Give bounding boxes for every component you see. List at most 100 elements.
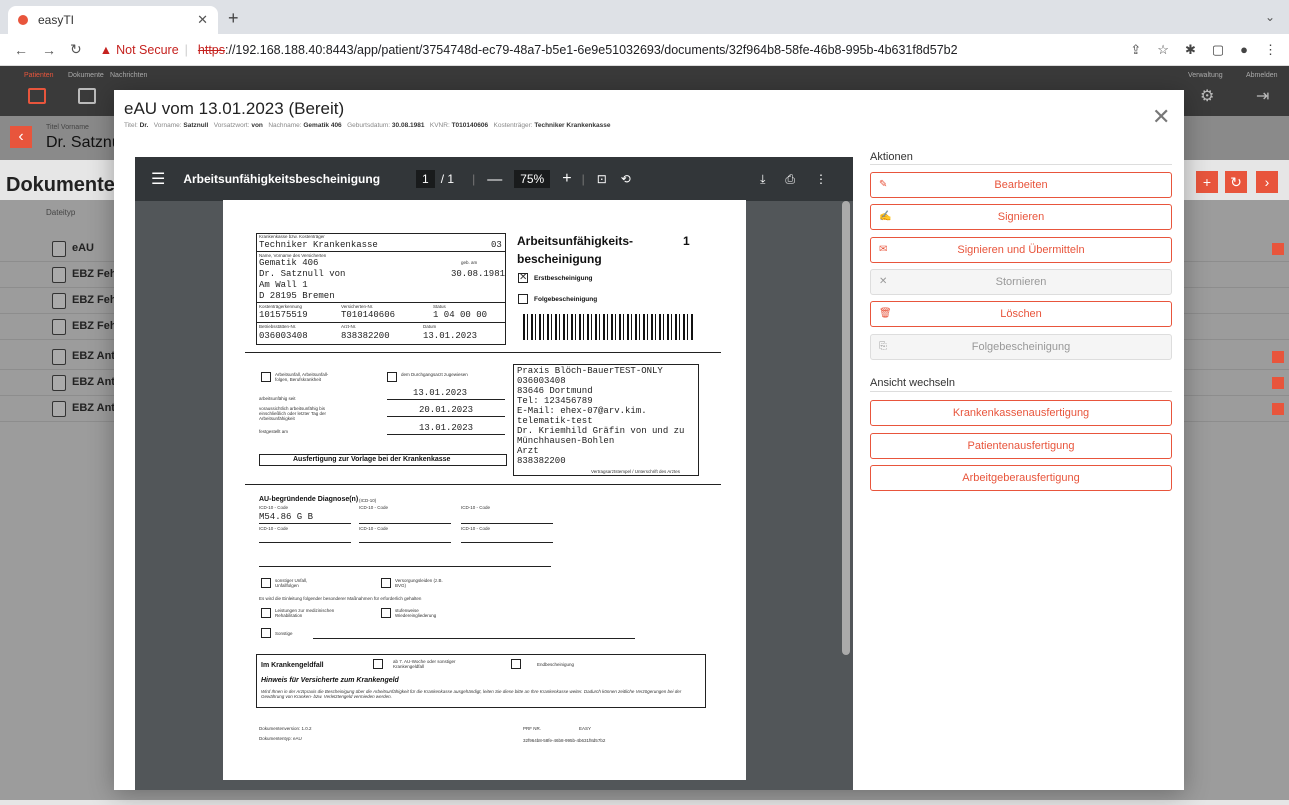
settings-gear-icon[interactable]: ⚙ [1200,86,1214,106]
profile-icon[interactable]: ● [1240,42,1248,58]
print-icon[interactable]: ⎙ [785,172,795,187]
modal-close-icon[interactable]: ✕ [1152,104,1170,130]
patient-view-button[interactable]: Patientenausfertigung [870,433,1172,459]
logout-icon[interactable]: ⇥ [1256,86,1269,106]
meta-value: Gematik 406 [303,122,342,129]
sonstige-checkbox [261,628,271,638]
praxis-line: Tel: 123456789 [517,396,593,406]
doc-title-2: bescheinigung [517,252,602,266]
document-icon [52,319,66,335]
bookmark-star-icon[interactable]: ☆ [1157,42,1169,58]
request-icon [52,349,66,365]
festgestellt-value: 13.01.2023 [419,423,474,433]
delete-button[interactable]: 🗑 Löschen [870,301,1172,327]
extensions-icon[interactable]: ✱ [1185,42,1196,58]
security-indicator[interactable]: ▲ Not Secure [100,43,179,57]
share-icon[interactable]: ⇪ [1130,42,1141,58]
sidebar-icon[interactable]: ▢ [1212,42,1224,58]
row-action-icon[interactable] [1272,403,1284,415]
patient-title: Dr. [46,134,67,151]
krankenkasse-view-button[interactable]: Krankenkassenausfertigung [870,400,1172,426]
column-header-type: Dateityp [46,208,76,217]
label-bsnr: Betriebsstätten-Nr. [259,324,297,329]
back-button[interactable]: ‹ [10,126,32,148]
line [461,542,553,543]
bis-value: 20.01.2023 [419,405,474,415]
arbeitsunfall-label: Arbeitsunfall, Arbeitsunfall-folgen, Ber… [275,372,329,382]
next-button[interactable]: › [1256,171,1278,193]
line [259,542,351,543]
forward-icon[interactable]: → [42,42,56,58]
back-icon[interactable]: ← [14,42,28,58]
meta-value: T010140606 [451,122,489,129]
sonstiger-unfall-checkbox [261,578,271,588]
geb-value: 30.08.1981 [451,269,506,279]
sonstige-label: Sonstige [275,631,293,636]
patients-icon[interactable] [28,88,46,104]
zoom-in-icon[interactable]: + [562,170,571,188]
festgestellt-label: festgestellt am [259,429,289,434]
row-type: EBZ Fehl [72,294,120,306]
pdf-filename: Arbeitsunfähigkeitsbescheinigung [183,172,381,186]
nav-abmelden[interactable]: Abmelden [1246,72,1278,79]
row-action-icon[interactable] [1272,377,1284,389]
label-kostentraeger: Kostenträgerkennung [259,304,303,309]
dokversion: Dokumentenversion: 1.0.2 [259,726,312,731]
patient-view-label: Patientenausfertigung [967,440,1075,452]
nav-dokumente[interactable]: Dokumente [68,72,104,79]
rotate-icon[interactable]: ⟲ [621,172,631,186]
meta-value: Satznull [183,122,209,129]
pdf-menu-icon[interactable]: ☰ [151,169,165,189]
browser-tab[interactable]: easyTI ✕ [8,6,218,34]
sonstiger-unfall-label: sonstiger Unfall, Unfallfolgen [275,578,308,588]
icd-label: ICD-10 - Code [359,526,389,531]
massnahmen-label: Es wird die Einleitung folgender besonde… [259,596,422,601]
refresh-button[interactable]: ↻ [1225,171,1247,193]
fit-page-icon[interactable]: ⊡ [597,172,607,186]
nav-verwaltung[interactable]: Verwaltung [1188,72,1223,79]
icd-label: ICD-10 - Code [461,526,491,531]
durchgang-label: dem Durchgangsarzt zugewiesen [401,372,468,377]
versicherten-value: T010140606 [341,310,396,320]
label-datum: Datum [423,324,437,329]
label-kasse: Krankenkasse bzw. Kostenträger [259,234,325,239]
label-status: Status [433,304,446,309]
praxis-line: Dr. Kriemhild Gräfin von und zu [517,426,685,436]
tab-search-icon[interactable]: ⌄ [1265,10,1275,24]
menu-dots-icon[interactable]: ⋮ [1264,42,1277,58]
add-document-button[interactable]: + [1196,171,1218,193]
nav-nachrichten[interactable]: Nachrichten [110,72,147,79]
nav-patienten[interactable]: Patienten [24,72,54,79]
zoom-out-icon[interactable]: — [487,171,502,188]
row-action-icon[interactable] [1272,243,1284,255]
pdf-scrollbar[interactable] [842,201,850,655]
download-icon[interactable]: ⤓ [760,172,765,187]
new-tab-icon[interactable]: + [228,8,239,29]
sign-button[interactable]: ✍ Signieren [870,204,1172,230]
pdf-zoom-input[interactable]: 75% [514,170,551,188]
pdf-page-input[interactable]: 1 [416,170,435,188]
doktyp: Dokumententyp: eAU [259,736,302,741]
delete-button-label: Löschen [1000,308,1042,320]
url-field[interactable]: https://192.168.188.40:8443/app/patient/… [198,43,958,57]
reload-icon[interactable]: ↻ [70,41,82,58]
follow-up-button[interactable]: ⎘ Folgebescheinigung [870,334,1172,360]
cancel-document-button[interactable]: ✕ Stornieren [870,269,1172,295]
divider [256,251,506,252]
close-tab-icon[interactable]: ✕ [197,12,208,28]
sign-and-send-button[interactable]: ✉ Signieren und Übermitteln [870,237,1172,263]
edit-button[interactable]: ✎ Bearbeiten [870,172,1172,198]
modal-patient-meta: Titel: Dr. Vorname: Satznull Vorsatzwort… [124,122,610,129]
documents-icon[interactable] [78,88,96,104]
kostentraeger-value: 101575519 [259,310,308,320]
row-action-icon[interactable] [1272,351,1284,363]
pdf-more-icon[interactable]: ⋮ [815,172,827,186]
employer-view-button[interactable]: Arbeitgeberausfertigung [870,465,1172,491]
ab7-checkbox [373,659,383,669]
divider [870,391,1172,392]
praxis-line: 838382200 [517,456,566,466]
sign-button-label: Signieren [997,211,1045,223]
meta-key: Vorname: [153,122,182,129]
row-type: eAU [72,242,95,254]
versorgung-label: Versorgungsleiden (z.B. BVG) [395,578,443,588]
